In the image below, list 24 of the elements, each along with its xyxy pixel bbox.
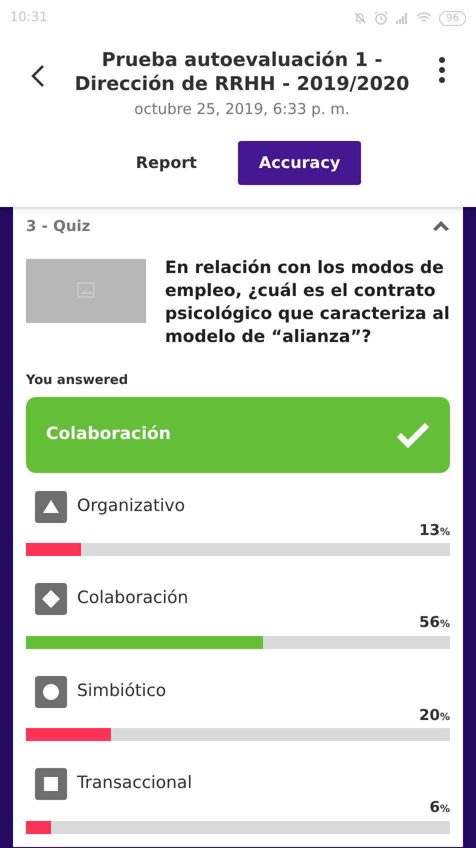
back-icon[interactable] — [30, 64, 46, 88]
option-label: Organizativo — [77, 494, 185, 518]
quiz-title: Prueba autoevaluación 1 - Dirección de RRHH - 2019/2020 — [74, 48, 410, 96]
collapse-icon[interactable] — [432, 220, 450, 232]
option-label: Transaccional — [77, 772, 192, 796]
question-heading: 3 - Quiz — [26, 216, 90, 236]
alarm-icon — [374, 11, 388, 25]
option-label: Simbiótico — [77, 680, 166, 703]
bell-off-icon — [353, 11, 368, 25]
option-percent: 20% — [419, 704, 450, 726]
quiz-date: octubre 25, 2019, 6:33 p. m. — [134, 99, 350, 120]
signal-icon — [395, 12, 410, 24]
option-percent: 56% — [419, 612, 450, 633]
tab[interactable]: Accuracy — [238, 140, 362, 184]
answer-label: You answered — [26, 372, 130, 390]
check-icon — [396, 422, 430, 448]
option-label: Colaboración — [77, 587, 188, 610]
more-options-icon[interactable] — [438, 56, 446, 84]
option-percent: 6% — [430, 797, 450, 818]
question-text: En relación con los modos de empleo, ¿cuál es el contrato psicológico que caracteriza al modelo de “alianza”? — [165, 257, 450, 349]
square-icon — [35, 768, 67, 800]
option-percent: 13% — [419, 520, 450, 540]
answer-text: Colaboración — [46, 422, 171, 446]
wifi-icon — [416, 12, 432, 24]
